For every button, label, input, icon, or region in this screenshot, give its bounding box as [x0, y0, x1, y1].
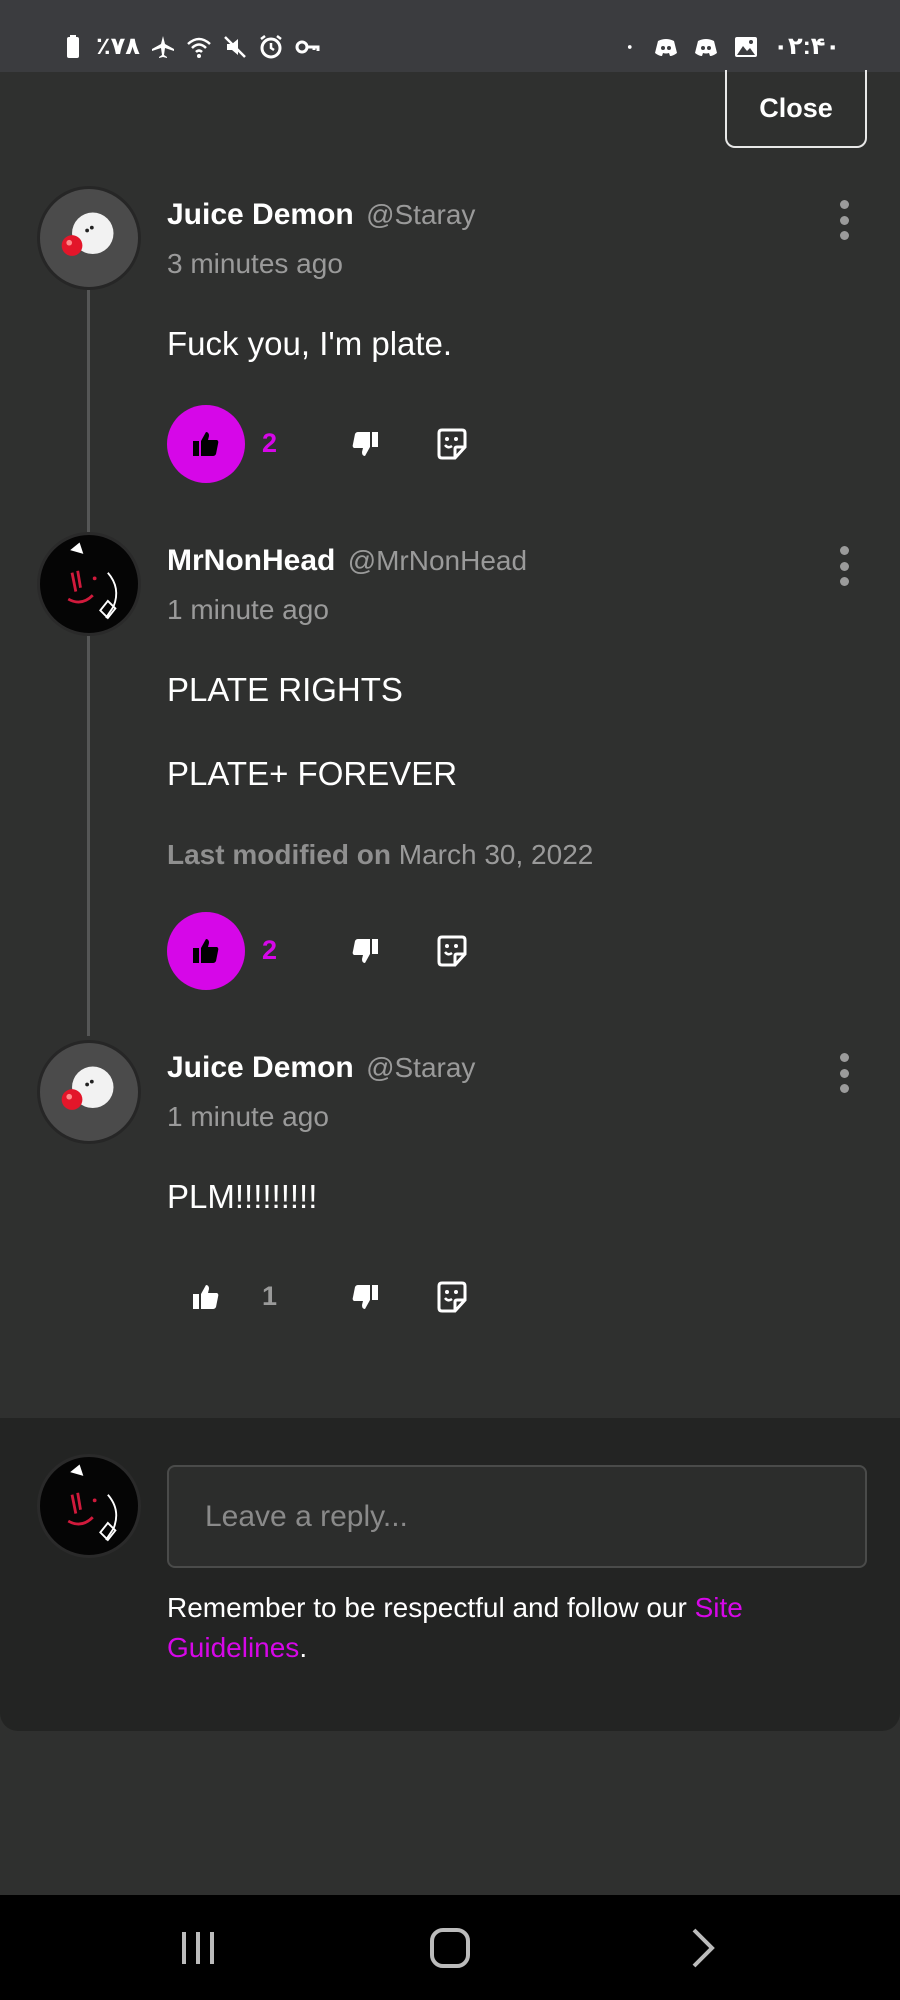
- more-options-icon[interactable]: [835, 200, 853, 240]
- current-user-avatar: [37, 1454, 141, 1558]
- more-options-icon[interactable]: [835, 1053, 853, 1093]
- comment-time: 1 minute ago: [167, 594, 329, 625]
- clown-avatar-icon: [61, 212, 114, 256]
- thumbs-up-icon: [193, 939, 219, 963]
- thumbs-down-icon: [352, 432, 378, 456]
- thread-line: [87, 636, 90, 1036]
- thread-line: [87, 290, 90, 532]
- comment-handle: @MrNonHead: [347, 545, 528, 576]
- sticker-icon: [437, 1281, 467, 1313]
- like-count: 1: [262, 1281, 278, 1311]
- navigation-bar: [0, 1895, 900, 2000]
- avatar[interactable]: [37, 1040, 141, 1144]
- like-count: 2: [262, 428, 278, 458]
- sticker-icon: [437, 935, 467, 967]
- thumbs-down-icon: [352, 1285, 378, 1309]
- dislike-button[interactable]: [345, 1277, 385, 1317]
- comment-author[interactable]: Juice Demon @Staray: [167, 198, 475, 232]
- sticker-button[interactable]: [432, 1277, 472, 1317]
- mute-icon: [224, 35, 246, 58]
- battery-icon: [67, 34, 79, 58]
- comment-text: PLATE RIGHTS: [167, 671, 403, 708]
- sticker-icon: [437, 428, 467, 460]
- comment-author[interactable]: MrNonHead @MrNonHead: [167, 544, 527, 578]
- comment-time: 1 minute ago: [167, 1101, 329, 1132]
- comment-handle: @Staray: [366, 199, 476, 230]
- recent-apps-icon: [182, 1932, 214, 1964]
- comment-handle: @Staray: [366, 1052, 476, 1083]
- thumbs-up-icon: [193, 432, 219, 456]
- airplane-icon: [151, 35, 174, 58]
- reply-panel: Remember to be respectful and follow our…: [0, 1418, 900, 1731]
- comment-text: Fuck you, I'm plate.: [167, 325, 453, 362]
- reply-input[interactable]: [167, 1465, 867, 1568]
- discord-icon: [655, 38, 678, 56]
- comment-text: PLM!!!!!!!!!: [167, 1178, 318, 1215]
- like-count: 2: [262, 935, 278, 965]
- dislike-button[interactable]: [345, 931, 385, 971]
- mr-nonhead-avatar-icon: [67, 542, 118, 620]
- notification-dot-icon: [628, 44, 633, 49]
- close-button[interactable]: Close: [725, 70, 867, 148]
- status-bar: ٪۷۸ ۰۲:۴۰: [0, 0, 900, 72]
- mr-nonhead-avatar-icon: [67, 1464, 118, 1542]
- wifi-icon: [187, 37, 211, 58]
- reply-reminder: Remember to be respectful and follow our…: [167, 1592, 743, 1663]
- like-button[interactable]: [167, 912, 245, 990]
- battery-percent: ٪۷۸: [96, 33, 140, 60]
- home-icon: [430, 1928, 470, 1968]
- like-button[interactable]: [167, 1258, 245, 1336]
- comment-author[interactable]: Juice Demon @Staray: [167, 1051, 475, 1085]
- back-icon: [692, 1928, 715, 1968]
- discord-icon: [695, 38, 718, 56]
- clown-avatar-icon: [61, 1066, 114, 1110]
- thumbs-down-icon: [352, 939, 378, 963]
- recent-apps-button[interactable]: [168, 1923, 228, 1973]
- alarm-icon: [260, 34, 282, 58]
- avatar[interactable]: [37, 186, 141, 290]
- sticker-button[interactable]: [432, 931, 472, 971]
- sticker-button[interactable]: [432, 424, 472, 464]
- thumbs-up-icon: [193, 1285, 219, 1309]
- avatar[interactable]: [37, 532, 141, 636]
- dislike-button[interactable]: [345, 424, 385, 464]
- more-options-icon[interactable]: [835, 546, 853, 586]
- last-modified: Last modified on March 30, 2022: [167, 839, 594, 870]
- clock: ۰۲:۴۰: [773, 33, 840, 60]
- home-button[interactable]: [420, 1923, 480, 1973]
- comment-time: 3 minutes ago: [167, 248, 343, 279]
- back-button[interactable]: [672, 1923, 732, 1973]
- comment-text: PLATE+ FOREVER: [167, 755, 458, 792]
- key-icon: [295, 40, 320, 53]
- gallery-icon: [735, 36, 758, 57]
- like-button[interactable]: [167, 405, 245, 483]
